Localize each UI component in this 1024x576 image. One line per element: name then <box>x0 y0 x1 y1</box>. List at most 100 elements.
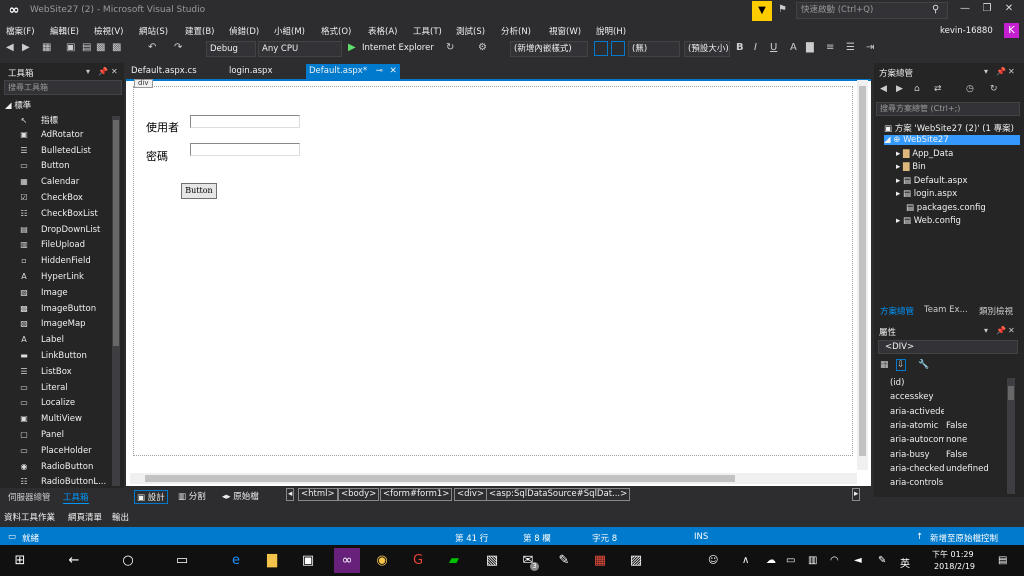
property-row[interactable]: aria-atomic False <box>878 421 1006 435</box>
add-source-control[interactable]: 新增至原始檔控制 <box>930 532 998 544</box>
refresh-icon[interactable]: ↻ <box>446 42 454 53</box>
toolbox-item[interactable]: ▭ PlaceHolder <box>18 446 108 461</box>
tree-default-aspx[interactable]: ▸ ▤ Default.aspx <box>896 176 968 186</box>
menu-window[interactable]: 視窗(W) <box>549 25 581 37</box>
panel-dropdown-icon[interactable]: ▾ <box>984 326 988 335</box>
redo-icon[interactable]: ↷ <box>174 42 182 53</box>
restore-icon[interactable]: ❐ <box>980 3 994 14</box>
close-icon[interactable]: ✕ <box>1002 3 1016 14</box>
search-icon[interactable]: ⚲ <box>932 4 939 15</box>
bold-icon[interactable]: B <box>736 42 744 53</box>
save-all-icon[interactable]: ▩ <box>112 42 121 53</box>
tab-default-aspx-active[interactable]: Default.aspx* ⊸ ✕ <box>306 64 400 79</box>
pin-icon[interactable]: 📌 <box>98 67 108 76</box>
refresh-icon[interactable]: ↻ <box>990 84 998 94</box>
tab-close-icon[interactable]: ✕ <box>390 66 397 76</box>
toolbox-item[interactable]: ▢ Panel <box>18 430 108 445</box>
line-icon[interactable]: ▰ <box>444 552 464 570</box>
toolbox-item[interactable]: ▭ Localize <box>18 398 108 413</box>
property-row[interactable]: aria-autocompnone <box>878 435 1006 449</box>
indent-icon[interactable]: ⇥ <box>866 42 874 53</box>
menu-website[interactable]: 網站(S) <box>139 25 168 37</box>
toolbox-item[interactable]: ▣ MultiView <box>18 414 108 429</box>
design-vertical-thumb[interactable] <box>859 86 866 456</box>
list-icon[interactable]: ☰ <box>846 42 855 53</box>
save-icon[interactable]: ▩ <box>96 42 105 53</box>
quick-launch-input[interactable]: 快速啟動 (Ctrl+Q) <box>796 2 948 19</box>
italic-icon[interactable]: I <box>754 42 757 53</box>
panel-dropdown-icon[interactable]: ▾ <box>984 67 988 76</box>
clock-time[interactable]: 下午 01:29 <box>932 549 974 560</box>
tree-bin[interactable]: ▸ ▇ Bin <box>896 162 926 172</box>
feedback-flag-icon[interactable]: ⚑ <box>778 4 787 15</box>
menu-format[interactable]: 格式(O) <box>321 25 351 37</box>
configuration-select[interactable]: Debug <box>206 41 256 57</box>
toolbox-item[interactable]: ▣ AdRotator <box>18 130 108 145</box>
tree-project[interactable]: ◢ ⊕ WebSite27 <box>884 135 1020 145</box>
toolbox-item[interactable]: A Label <box>18 335 108 350</box>
notification-filter-icon[interactable]: ▼ <box>752 1 772 21</box>
toolbox-item[interactable]: ☑ CheckBox <box>18 193 108 208</box>
property-pages-icon[interactable]: 🔧 <box>918 360 929 370</box>
style-select[interactable]: (新增內嵌樣式) <box>510 41 588 57</box>
toolbox-item[interactable]: ▭ Button <box>18 161 108 176</box>
property-row[interactable]: accesskey <box>878 392 1006 406</box>
tree-packages-config[interactable]: ▤ packages.config <box>906 203 986 213</box>
property-row[interactable]: aria-controls <box>878 478 1006 492</box>
block-selection-icon[interactable] <box>594 41 608 56</box>
toolbox-item[interactable]: ☰ BulletedList <box>18 146 108 161</box>
volume-icon[interactable]: ◄ <box>854 555 862 566</box>
back-arrow-icon[interactable]: ← <box>64 552 84 570</box>
tab-web-list[interactable]: 網頁清單 <box>68 511 102 523</box>
breadcrumb-scroll-left-icon[interactable]: ◂ <box>286 488 295 501</box>
breadcrumb-body[interactable]: <body> <box>338 488 380 501</box>
tree-login-aspx[interactable]: ▸ ▤ login.aspx <box>896 189 957 199</box>
username-textbox[interactable] <box>190 115 300 128</box>
tab-default-aspx-cs[interactable]: Default.aspx.cs <box>128 64 200 79</box>
font-color-icon[interactable]: A <box>790 42 797 53</box>
menu-edit[interactable]: 編輯(E) <box>50 25 79 37</box>
split-view-button[interactable]: ▥ 分割 <box>178 490 206 502</box>
people-icon[interactable]: ☺ <box>708 555 718 566</box>
target-rule-select[interactable]: (無) <box>628 41 680 57</box>
undo-icon[interactable]: ↶ <box>148 42 156 53</box>
tab-team-explorer[interactable]: Team Ex... <box>924 305 968 315</box>
wifi-icon[interactable]: ◠ <box>830 555 839 566</box>
tray-expand-icon[interactable]: ∧ <box>742 555 749 566</box>
breadcrumb-sqldatasource[interactable]: <asp:SqlDataSource#SqlDat...> <box>486 488 631 501</box>
underline-icon[interactable]: U <box>770 42 777 53</box>
menu-view[interactable]: 檢視(V) <box>94 25 123 37</box>
menu-file[interactable]: 檔案(F) <box>6 25 35 37</box>
pin-icon[interactable]: 📌 <box>996 326 1006 335</box>
menu-test[interactable]: 測試(S) <box>456 25 485 37</box>
property-object-select[interactable]: <DIV> <box>878 340 1018 354</box>
property-scrollbar-thumb[interactable] <box>1008 386 1014 400</box>
toolbox-item[interactable]: ▩ ImageButton <box>18 304 108 319</box>
browser-select[interactable]: Internet Explorer <box>362 43 434 53</box>
windows-start-icon[interactable]: ⊞ <box>10 552 30 570</box>
platform-select[interactable]: Any CPU <box>258 41 342 57</box>
notes-icon[interactable]: ▧ <box>482 552 502 570</box>
search-icon[interactable]: ○ <box>118 552 138 570</box>
tab-pin-icon[interactable]: ⊸ <box>376 66 383 76</box>
toolbox-item[interactable]: ◉ RadioButton <box>18 462 108 477</box>
menu-analyze[interactable]: 分析(N) <box>501 25 531 37</box>
property-value[interactable]: False <box>946 450 967 460</box>
ime-indicator[interactable]: 英 <box>900 555 910 570</box>
calendar-app-icon[interactable]: ▦ <box>590 552 610 570</box>
tab-toolbox[interactable]: 工具箱 <box>63 491 89 504</box>
tab-class-view[interactable]: 類別檢視 <box>979 305 1013 317</box>
toolbox-item[interactable]: ▤ DropDownList <box>18 225 108 240</box>
toolbox-item[interactable]: ▥ FileUpload <box>18 240 108 255</box>
minimize-icon[interactable]: — <box>958 3 972 14</box>
menu-debug[interactable]: 偵錯(D) <box>229 25 259 37</box>
panel-close-icon[interactable]: ✕ <box>1008 67 1015 76</box>
alphabetical-icon[interactable]: ⇩ <box>896 359 906 371</box>
battery-icon[interactable]: ▭ <box>786 555 795 566</box>
menu-build[interactable]: 建置(B) <box>185 25 214 37</box>
property-row[interactable]: aria-activedes <box>878 407 1006 421</box>
toolbox-item[interactable]: ▦ Calendar <box>18 177 108 192</box>
source-view-button[interactable]: ◂▸ 原始檔 <box>222 490 259 502</box>
visual-studio-taskbar-icon[interactable]: ∞ <box>334 548 360 573</box>
toolbox-item[interactable]: ↖ 指標 <box>18 114 108 129</box>
